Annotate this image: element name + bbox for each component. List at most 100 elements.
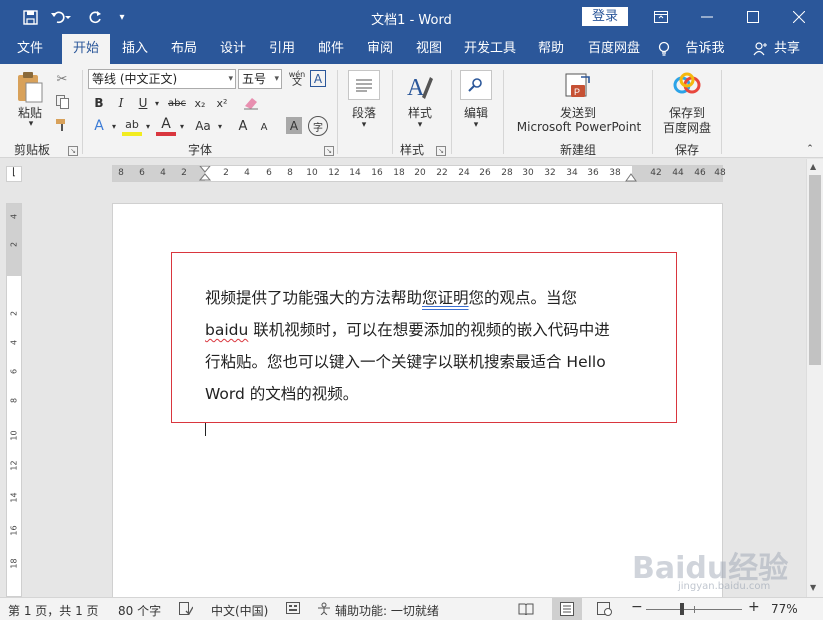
change-case-button[interactable]: Aa [190, 116, 216, 136]
format-painter-icon[interactable] [53, 116, 71, 134]
text-effect-button[interactable]: A [90, 116, 108, 136]
paragraph-button[interactable]: 段落 [344, 104, 384, 120]
send-to-label-2[interactable]: Microsoft PowerPoint [512, 119, 646, 135]
paragraph-dropdown-icon[interactable]: ▾ [359, 120, 369, 130]
scroll-thumb[interactable] [809, 175, 821, 365]
zoom-level[interactable]: 77% [771, 602, 798, 616]
send-to-powerpoint-icon[interactable]: P [562, 70, 594, 102]
highlight-dropdown-icon[interactable]: ▾ [144, 120, 152, 132]
styles-button[interactable]: 样式 [400, 104, 440, 120]
vertical-ruler[interactable]: 4 2 2 4 6 8 10 12 14 16 18 [6, 203, 22, 597]
char-shading-button[interactable]: A [286, 117, 302, 134]
document-paragraph[interactable]: 视频提供了功能强大的方法帮助您证明您的观点。当您 baidu 联机视频时，可以在… [205, 282, 640, 410]
tell-me-search[interactable]: 告诉我 [680, 34, 730, 64]
font-color-dropdown-icon[interactable]: ▾ [178, 120, 186, 132]
bold-button[interactable]: B [90, 94, 108, 112]
copy-icon[interactable] [53, 93, 71, 111]
accessibility-status[interactable]: 辅助功能: 一切就绪 [335, 602, 439, 619]
subscript-button[interactable]: x₂ [190, 94, 210, 112]
cut-icon[interactable]: ✂ [53, 70, 71, 88]
login-button[interactable]: 登录 [582, 7, 628, 26]
horizontal-ruler[interactable]: 8 6 4 2 2 4 6 8 10 12 14 16 18 20 22 24 … [112, 165, 726, 182]
right-indent-marker-icon[interactable] [625, 172, 637, 182]
tab-selector-icon[interactable]: ⌊ [6, 166, 22, 182]
maximize-icon[interactable] [730, 0, 776, 34]
paragraph-icon[interactable] [348, 70, 380, 100]
word-count[interactable]: 80 个字 [118, 602, 161, 619]
styles-dropdown-icon[interactable]: ▾ [415, 120, 425, 130]
enclose-char-button[interactable]: 字 [308, 116, 328, 136]
clear-formatting-icon[interactable] [242, 94, 260, 112]
minimize-icon[interactable] [684, 0, 730, 34]
highlight-button[interactable]: ab [122, 116, 142, 136]
baidu-netdisk-icon[interactable] [672, 70, 702, 100]
read-mode-icon[interactable] [518, 602, 534, 618]
underline-button[interactable]: U [134, 94, 152, 112]
ribbon-tab-bar: 文件 开始 插入 布局 设计 引用 邮件 审阅 视图 开发工具 帮助 百度网盘 … [0, 34, 823, 64]
superscript-button[interactable]: x² [212, 94, 232, 112]
indent-marker-icon[interactable] [199, 166, 211, 190]
tab-review[interactable]: 审阅 [357, 34, 403, 64]
editing-dropdown-icon[interactable]: ▾ [471, 120, 481, 130]
font-name-combo[interactable]: 等线 (中文正文) ▾ [88, 69, 236, 89]
underline-dropdown-icon[interactable]: ▾ [152, 94, 162, 112]
tab-home[interactable]: 开始 [62, 34, 110, 64]
language-status[interactable]: 中文(中国) [211, 602, 268, 619]
tab-layout[interactable]: 布局 [161, 34, 207, 64]
ruler-number: 6 [139, 168, 145, 178]
tab-references[interactable]: 引用 [259, 34, 305, 64]
tab-mailings[interactable]: 邮件 [308, 34, 354, 64]
collapse-ribbon-icon[interactable]: ⌃ [804, 144, 816, 154]
styles-launcher-icon[interactable]: ↘ [436, 146, 446, 156]
italic-button[interactable]: I [112, 94, 130, 112]
ribbon-display-icon[interactable] [638, 0, 684, 34]
tab-view[interactable]: 视图 [406, 34, 452, 64]
font-size-combo[interactable]: 五号 ▾ [238, 69, 282, 89]
ruler-number: 6 [9, 368, 19, 375]
zoom-in-icon[interactable]: + [748, 599, 760, 615]
share-person-icon[interactable] [752, 34, 768, 64]
macro-record-icon[interactable] [286, 602, 300, 617]
close-icon[interactable] [776, 0, 822, 34]
change-case-dropdown-icon[interactable]: ▾ [216, 120, 224, 132]
ruler-number: 8 [9, 397, 19, 404]
font-launcher-icon[interactable]: ↘ [324, 146, 334, 156]
font-color-button[interactable]: A [156, 116, 176, 136]
shrink-font-button[interactable]: A [256, 118, 272, 136]
web-layout-icon[interactable] [597, 602, 613, 619]
ruler-number: 34 [566, 168, 578, 178]
phonetic-guide-icon[interactable]: wén 文 [286, 69, 308, 89]
scroll-down-icon[interactable]: ▼ [810, 583, 816, 592]
tab-file[interactable]: 文件 [6, 34, 54, 64]
save-to-label-2[interactable]: 百度网盘 [658, 119, 716, 135]
char-border-icon[interactable]: A [310, 70, 326, 87]
editing-search-icon[interactable] [460, 70, 492, 100]
paste-button[interactable]: 粘贴 [12, 104, 48, 120]
tab-design[interactable]: 设计 [210, 34, 256, 64]
vertical-scrollbar[interactable]: ▲ ▼ [806, 159, 823, 597]
tab-insert[interactable]: 插入 [112, 34, 158, 64]
proofing-icon[interactable] [179, 602, 194, 618]
share-button[interactable]: 共享 [770, 34, 804, 64]
page-count[interactable]: 第 1 页，共 1 页 [8, 602, 99, 619]
clipboard-launcher-icon[interactable]: ↘ [68, 146, 78, 156]
styles-icon[interactable]: A [402, 70, 436, 102]
paste-dropdown-icon[interactable]: ▾ [26, 119, 36, 129]
tab-baidu-netdisk[interactable]: 百度网盘 [578, 34, 650, 64]
strikethrough-button[interactable]: abc [166, 94, 188, 112]
paste-icon[interactable] [14, 70, 46, 104]
group-separator [652, 70, 653, 154]
lightbulb-icon[interactable] [656, 34, 672, 64]
tab-developer[interactable]: 开发工具 [455, 34, 525, 64]
font-size-value: 五号 [242, 72, 267, 86]
zoom-out-icon[interactable]: − [631, 599, 643, 615]
scroll-up-icon[interactable]: ▲ [810, 162, 816, 171]
zoom-slider-thumb[interactable] [680, 603, 684, 615]
send-to-label-1[interactable]: 发送到 [540, 104, 616, 120]
editing-button[interactable]: 编辑 [456, 104, 496, 120]
accessibility-icon[interactable] [316, 602, 332, 618]
text-effect-dropdown-icon[interactable]: ▾ [110, 120, 118, 132]
print-layout-button[interactable] [552, 598, 582, 620]
grow-font-button[interactable]: A [234, 116, 252, 136]
tab-help[interactable]: 帮助 [528, 34, 574, 64]
